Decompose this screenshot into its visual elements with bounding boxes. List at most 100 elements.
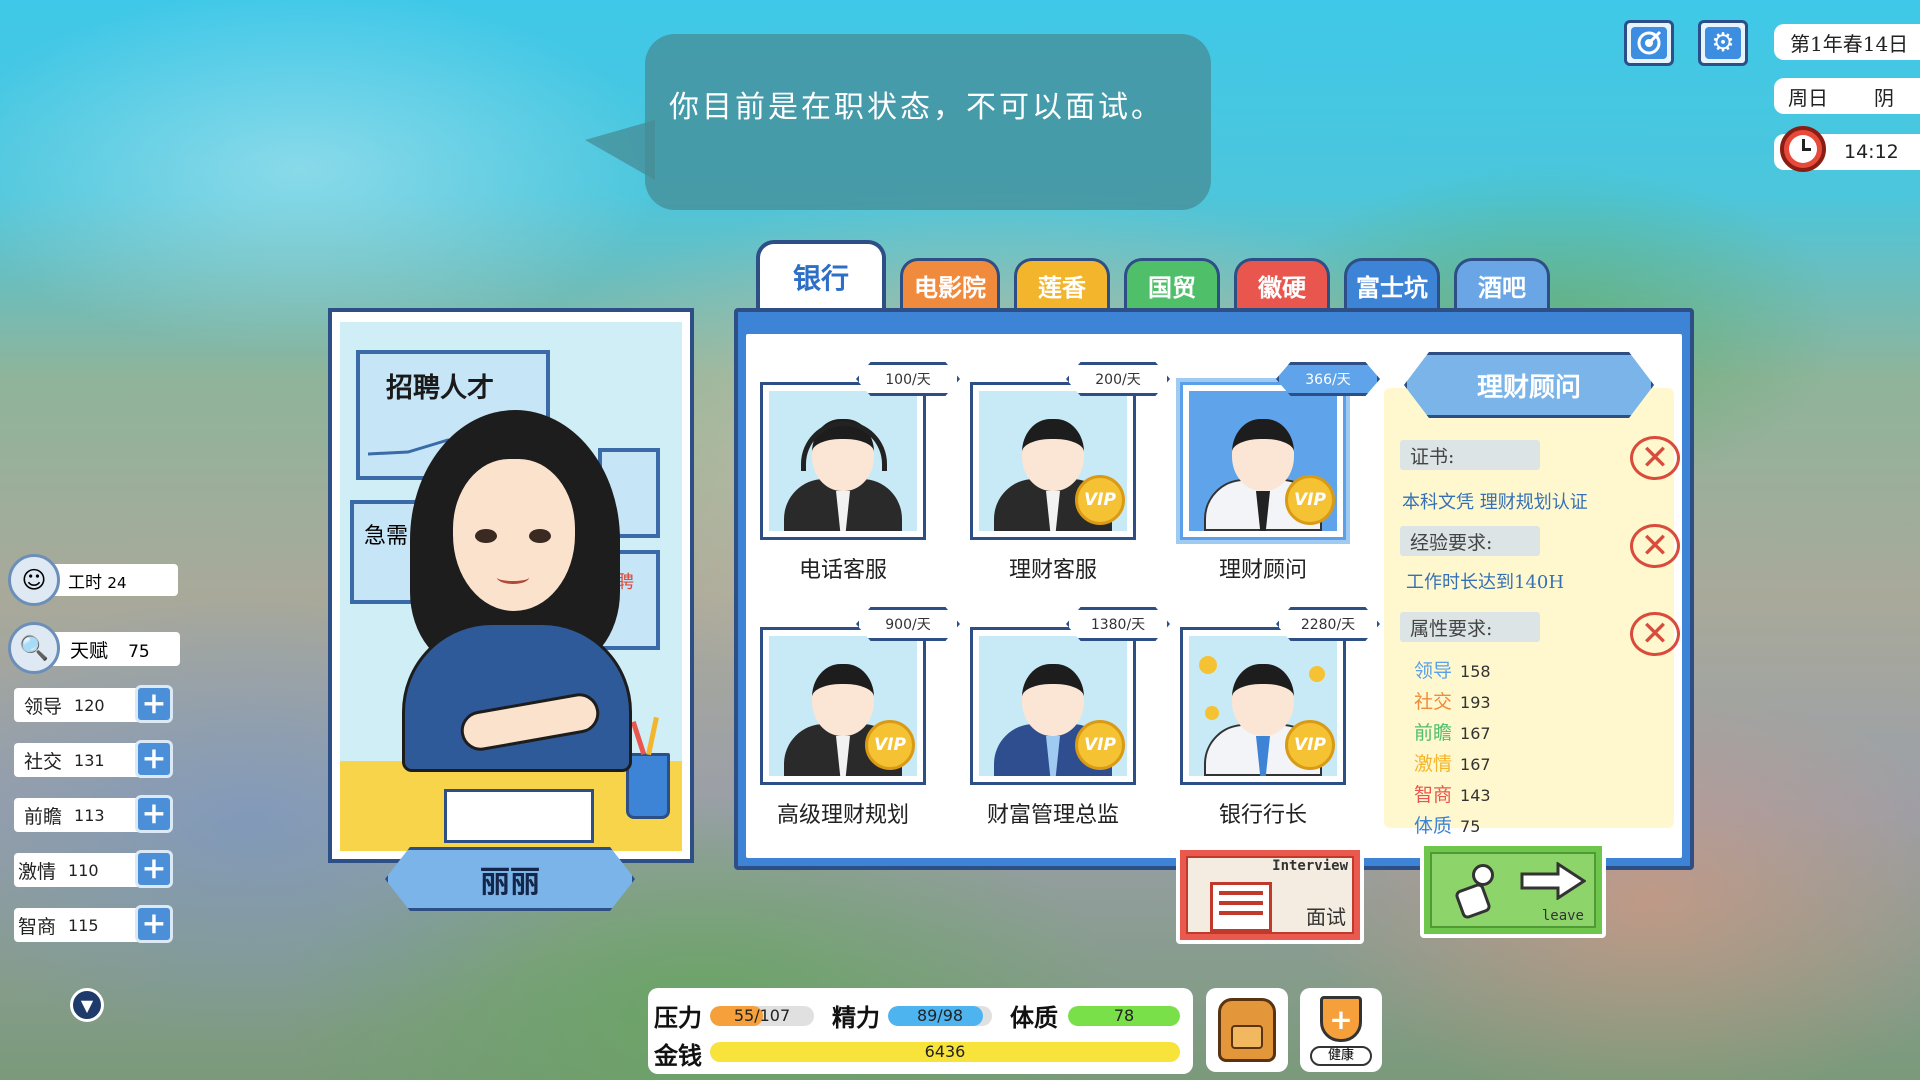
backpack-icon — [1218, 998, 1276, 1062]
tab-guomao[interactable]: 国贸 — [1124, 258, 1220, 310]
weather-text: 阴 — [1874, 85, 1894, 110]
job-salary: 100/天 — [856, 362, 960, 396]
document-icon — [1210, 882, 1272, 932]
attr-leadership: 领导 120 + — [14, 685, 173, 723]
poster-urgent-text: 急需 — [364, 524, 409, 549]
tab-fushikeng[interactable]: 富士坑 — [1344, 258, 1440, 310]
attr-foresight: 前瞻 113 + — [14, 795, 173, 833]
add-social-button[interactable]: + — [135, 740, 173, 778]
attr-req-label: 属性要求: — [1400, 612, 1540, 642]
req-attr-label: 社交 — [1414, 691, 1453, 713]
attr-iq: 智商 115 + — [14, 905, 173, 943]
tab-label: 徽硬 — [1258, 273, 1306, 302]
job-portrait: VIP — [970, 627, 1136, 785]
req-attr-value: 75 — [1460, 817, 1481, 836]
attr-social: 社交 131 + — [14, 740, 173, 778]
worker-icon: ☺ — [8, 554, 60, 606]
attr-unmet-icon: ✕ — [1630, 612, 1680, 656]
weekday-display: 周日 阴 — [1774, 78, 1920, 114]
job-card[interactable]: VIP 200/天 理财客服 — [970, 362, 1170, 583]
achievement-button[interactable] — [1624, 20, 1674, 66]
talent-value: 75 — [128, 642, 150, 662]
job-salary: 2280/天 — [1276, 607, 1380, 641]
running-man-icon — [1446, 864, 1506, 924]
req-attr-value: 167 — [1460, 755, 1491, 774]
job-salary: 1380/天 — [1066, 607, 1170, 641]
req-attr-leadership: 领导 158 — [1414, 656, 1491, 683]
stress-value: 55/107 — [733, 1006, 791, 1025]
req-attr-label: 激情 — [1414, 753, 1453, 775]
tab-huiying[interactable]: 徽硬 — [1234, 258, 1330, 310]
physique-label: 体质 — [1010, 1003, 1058, 1032]
tab-lianxiang[interactable]: 莲香 — [1014, 258, 1110, 310]
job-card[interactable]: 100/天 电话客服 — [760, 362, 960, 583]
shield-plus-icon: + — [1320, 996, 1362, 1042]
interview-button[interactable]: Interview 面试 — [1176, 846, 1364, 944]
job-salary: 366/天 — [1276, 362, 1380, 396]
attr-value: 110 — [68, 860, 99, 880]
tab-cinema[interactable]: 电影院 — [900, 258, 1000, 310]
add-passion-button[interactable]: + — [135, 850, 173, 888]
tab-label: 国贸 — [1148, 273, 1196, 302]
recruiter-card: 招聘人才 急需 招聘 — [328, 308, 694, 863]
money-bar: 6436 — [710, 1042, 1180, 1062]
add-leadership-button[interactable]: + — [135, 685, 173, 723]
headset-icon — [801, 421, 887, 471]
attr-label: 领导 — [24, 695, 63, 718]
job-portrait: VIP — [970, 382, 1136, 540]
attr-label: 前瞻 — [24, 805, 63, 828]
job-card-selected[interactable]: VIP 366/天 理财顾问 — [1180, 362, 1380, 583]
req-attr-value: 167 — [1460, 724, 1491, 743]
work-hours-value: 24 — [107, 574, 127, 592]
job-title: 高级理财规划 — [776, 803, 909, 828]
job-card[interactable]: VIP 2280/天 银行行长 — [1180, 607, 1380, 828]
attr-label: 智商 — [18, 915, 57, 938]
energy-value: 89/98 — [916, 1006, 964, 1025]
attr-value: 120 — [74, 695, 105, 715]
settings-button[interactable]: ⚙ — [1698, 20, 1748, 66]
req-attr-value: 193 — [1460, 693, 1491, 712]
gear-icon: ⚙ — [1705, 27, 1741, 59]
job-card[interactable]: VIP 1380/天 财富管理总监 — [970, 607, 1170, 828]
backpack-button[interactable] — [1206, 988, 1288, 1072]
vip-coin-icon: VIP — [1285, 475, 1335, 525]
attr-value: 131 — [74, 750, 105, 770]
money-value: 6436 — [924, 1042, 966, 1061]
job-title: 电话客服 — [798, 558, 887, 583]
cert-unmet-icon: ✕ — [1630, 436, 1680, 480]
vip-coin-icon: VIP — [1075, 720, 1125, 770]
pencil-cup-icon — [626, 753, 670, 819]
expand-chevron-icon[interactable]: ▼ — [70, 988, 104, 1022]
stress-label: 压力 — [654, 1003, 702, 1032]
health-button[interactable]: + 健康 — [1300, 988, 1382, 1072]
req-attr-passion: 激情 167 — [1414, 749, 1491, 776]
exp-label: 经验要求: — [1400, 526, 1540, 556]
job-salary: 200/天 — [1066, 362, 1170, 396]
interview-en-label: Interview — [1272, 858, 1348, 874]
req-attr-value: 143 — [1460, 786, 1491, 805]
tab-bar[interactable]: 酒吧 — [1454, 258, 1550, 310]
energy-bar: 89/98 — [888, 1006, 992, 1026]
add-iq-button[interactable]: + — [135, 905, 173, 943]
date-display: 第1年春14日 — [1774, 24, 1920, 60]
attr-passion: 激情 110 + — [14, 850, 173, 888]
energy-label: 精力 — [832, 1003, 880, 1032]
vip-coin-icon: VIP — [1075, 475, 1125, 525]
req-attr-label: 体质 — [1414, 815, 1453, 837]
job-salary: 900/天 — [856, 607, 960, 641]
cert-label: 证书: — [1400, 440, 1540, 470]
desk-paper — [444, 789, 594, 843]
tab-bank[interactable]: 银行 — [756, 240, 886, 310]
req-attr-label: 领导 — [1414, 660, 1453, 682]
add-foresight-button[interactable]: + — [135, 795, 173, 833]
recruiter-name: 丽丽 — [480, 865, 540, 900]
health-label: 健康 — [1310, 1046, 1372, 1066]
tab-label: 电影院 — [914, 273, 986, 302]
leave-button[interactable]: leave — [1420, 842, 1606, 938]
attr-value: 115 — [68, 915, 99, 935]
magnifier-icon: 🔍 — [8, 622, 60, 674]
requirements-title: 理财顾问 — [1476, 372, 1581, 403]
job-portrait — [760, 382, 926, 540]
job-card[interactable]: VIP 900/天 高级理财规划 — [760, 607, 960, 828]
job-title: 财富管理总监 — [986, 803, 1119, 828]
